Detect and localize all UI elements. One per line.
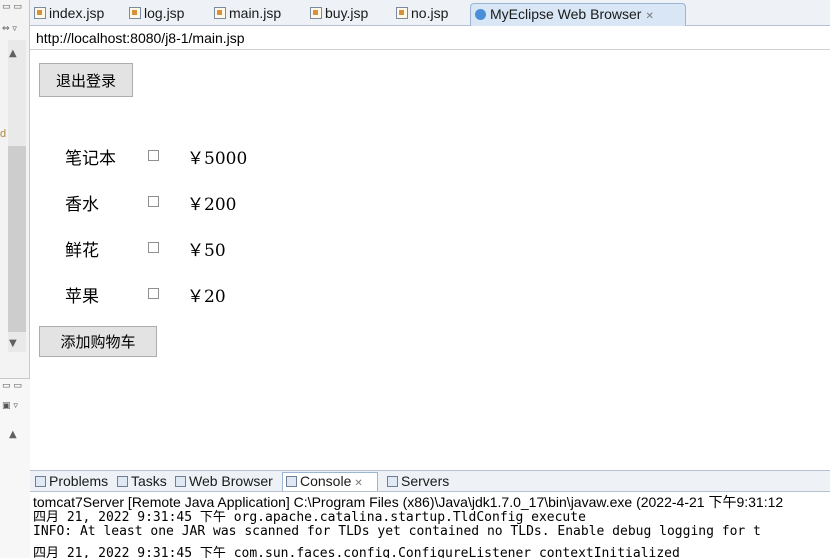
minimize-icon[interactable]: ▭ ▭ [2,2,22,12]
globe-icon [175,476,186,487]
left-scrollbar-thumb[interactable] [8,146,26,332]
close-icon[interactable]: ✕ [645,11,653,22]
editor-tab-bar: index.jsp log.jsp main.jsp buy.jsp no.js… [30,0,830,26]
console-output[interactable]: 四月 21, 2022 9:31:45 下午 org.apache.catali… [30,510,830,558]
product-price: ￥20 [187,287,226,307]
tab-web-browser-view[interactable]: Web Browser [172,473,276,492]
tab-no-jsp[interactable]: no.jsp [392,3,452,26]
tab-tasks[interactable]: Tasks [114,473,170,492]
tab-label: Console [300,473,352,489]
tab-label: Tasks [131,473,167,489]
tab-console[interactable]: Console ✕ [282,472,378,491]
left-lower-panel: ▭ ▭ ▣ ▿ ▲ [0,378,30,558]
problems-icon [35,476,46,487]
scroll-down-icon[interactable]: ▼ [9,338,17,349]
view-menu-icon[interactable]: ⇔ ▿ [2,24,17,34]
tasks-icon [117,476,128,487]
logout-button[interactable]: 退出登录 [39,63,133,97]
address-bar[interactable]: http://localhost:8080/j8-1/main.jsp [30,26,830,50]
url-field[interactable]: http://localhost:8080/j8-1/main.jsp [36,30,245,46]
product-name: 笔记本 [65,149,116,169]
scroll-up-icon[interactable]: ▲ [9,48,17,59]
product-name: 鲜花 [65,241,99,261]
product-checkbox[interactable] [148,288,159,299]
tab-label: log.jsp [144,5,185,21]
console-icon [286,476,297,487]
tab-label: Web Browser [189,473,273,489]
add-to-cart-button[interactable]: 添加购物车 [39,326,157,357]
left-side-panel: ▭ ▭ ⇔ ▿ ▲ d ▼ ▭ ▭ ▣ ▿ ▲ [0,0,30,558]
close-icon[interactable]: ✕ [354,478,362,489]
tab-label: Problems [49,473,109,489]
console-line: 四月 21, 2022 9:31:45 下午 com.sun.faces.con… [33,546,680,558]
product-name: 苹果 [65,287,99,307]
tab-index-jsp[interactable]: index.jsp [30,3,108,26]
product-checkbox[interactable] [148,196,159,207]
jsp-file-icon [34,7,46,19]
console-process-title: tomcat7Server [Remote Java Application] … [30,492,830,510]
console-line: 四月 21, 2022 9:31:45 下午 org.apache.catali… [33,510,586,525]
product-price: ￥200 [187,195,237,215]
tab-label: Servers [401,473,450,489]
tab-buy-jsp[interactable]: buy.jsp [306,3,372,26]
tab-log-jsp[interactable]: log.jsp [125,3,188,26]
tab-main-jsp[interactable]: main.jsp [210,3,285,26]
tab-web-browser[interactable]: MyEclipse Web Browser ✕ [470,3,686,26]
tab-label: main.jsp [229,5,282,21]
jsp-file-icon [396,7,408,19]
tab-label: buy.jsp [325,5,369,21]
tab-label: index.jsp [49,5,105,21]
product-name: 香水 [65,195,99,215]
tab-servers[interactable]: Servers [384,473,452,492]
lower-view-menu-icon[interactable]: ▣ ▿ [2,401,18,411]
lower-minimize-icon[interactable]: ▭ ▭ [2,381,22,391]
tab-problems[interactable]: Problems [32,473,111,492]
bottom-panel-tabs: Problems Tasks Web Browser Console ✕ Serv… [30,470,830,492]
console-line: INFO: At least one JAR was scanned for T… [33,524,761,539]
lower-scroll-up-icon[interactable]: ▲ [9,429,17,440]
jsp-file-icon [129,7,141,19]
servers-icon [387,476,398,487]
left-panel-fragment: d [0,128,7,140]
web-page: 退出登录 笔记本 ￥5000 香水 ￥200 鲜花 ￥50 苹果 ￥20 添加购… [30,50,830,468]
product-checkbox[interactable] [148,242,159,253]
jsp-file-icon [214,7,226,19]
tab-label: MyEclipse Web Browser [490,6,642,22]
jsp-file-icon [310,7,322,19]
product-price: ￥50 [187,241,226,261]
globe-icon [475,9,486,20]
tab-label: no.jsp [411,5,449,21]
product-checkbox[interactable] [148,150,159,161]
product-price: ￥5000 [187,149,248,169]
